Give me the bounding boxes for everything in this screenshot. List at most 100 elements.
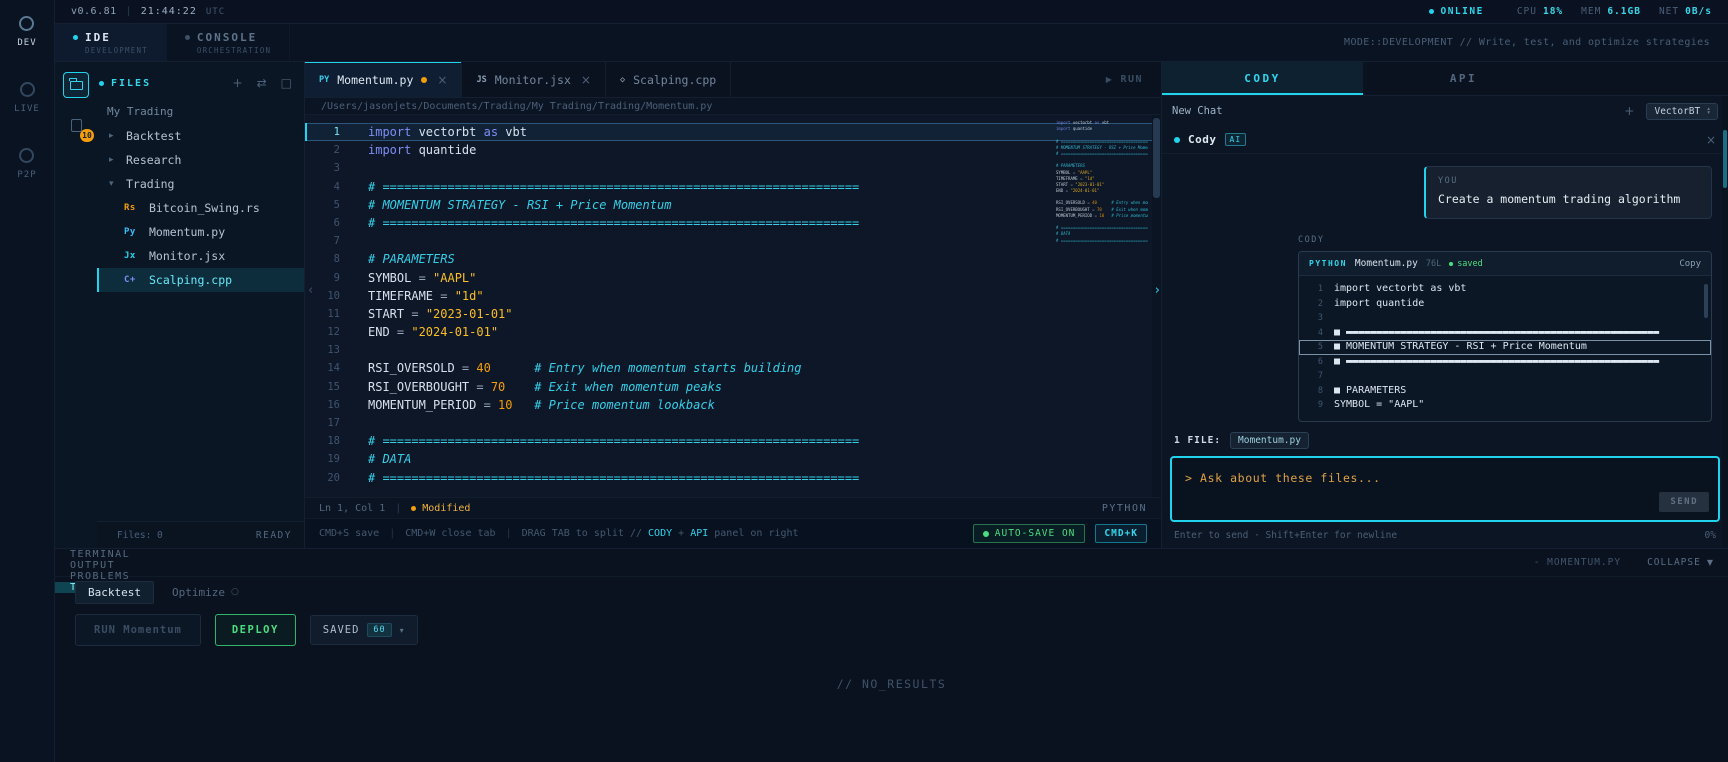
tab-api[interactable]: API (1363, 62, 1564, 95)
code-editor[interactable]: 1 import vectorbt as vbt 2 import quantide 3… (305, 115, 1161, 497)
code-line-14[interactable]: 14 RSI_OVERSOLD = 40 # Entry when momentu… (305, 359, 1152, 377)
folder-icon (69, 77, 83, 90)
file-bitcoin_swing.rs[interactable]: Rs Bitcoin_Swing.rs (97, 196, 304, 220)
scrollbar-thumb[interactable] (1723, 130, 1727, 188)
mode-tab-console[interactable]: CONSOLE ORCHESTRATION (167, 24, 291, 61)
modified-dot (421, 76, 428, 83)
bottom-tabbar: TERMINALOUTPUTPROBLEMSTRADING - MOMENTUM… (55, 549, 1728, 593)
file-chip[interactable]: Momentum.py (1230, 431, 1309, 449)
code-line-10[interactable]: 10 TIMEFRAME = "1d" (305, 287, 1152, 305)
divider: | (125, 6, 132, 17)
chat-placeholder: > Ask about these files... (1185, 471, 1381, 485)
run-momentum-button[interactable]: RUN Momentum (75, 614, 201, 646)
code-text: ■ ▬▬▬▬▬▬▬▬▬▬▬▬▬▬▬▬▬▬▬▬▬▬▬▬▬▬▬▬▬▬▬▬▬▬▬▬▬▬… (1334, 355, 1660, 367)
code-line-5[interactable]: 5 # MOMENTUM STRATEGY - RSI + Price Momen… (305, 196, 1152, 214)
explorer-folder-button[interactable] (63, 72, 89, 98)
editor-tab-momentum.py[interactable]: PY Momentum.py × (305, 62, 463, 97)
hint-api: API (690, 528, 709, 539)
code-line-11[interactable]: 11 START = "2023-01-01" (305, 305, 1152, 323)
code-line-19[interactable]: 19 # DATA (305, 450, 1152, 468)
line-number: 5 (333, 198, 340, 211)
close-chat-icon[interactable]: × (1706, 134, 1716, 146)
changes-button[interactable]: 10 (63, 112, 94, 142)
editor-tab-scalping.cpp[interactable]: ◇ Scalping.cpp (606, 62, 732, 97)
chevron-right-icon[interactable]: › (1155, 283, 1160, 298)
editor-scrollbar[interactable] (1152, 115, 1161, 497)
code-line-16[interactable]: 16 MOMENTUM_PERIOD = 10 # Price momentum … (305, 396, 1152, 414)
add-chat-icon[interactable]: + (1624, 105, 1634, 117)
code-line-7[interactable]: 7 (305, 232, 1152, 250)
panel-scrollbar[interactable] (1722, 96, 1728, 548)
mode-tab-ide[interactable]: IDE DEVELOPMENT (55, 24, 167, 61)
files-header: FILES + ⇄ □ (97, 70, 304, 96)
collapse-button[interactable]: COLLAPSE ▼ (1647, 557, 1714, 568)
code-line-9[interactable]: 9 SYMBOL = "AAPL" (305, 269, 1152, 287)
card-line-4: 4 ■ ▬▬▬▬▬▬▬▬▬▬▬▬▬▬▬▬▬▬▬▬▬▬▬▬▬▬▬▬▬▬▬▬▬▬▬▬▬… (1299, 326, 1711, 341)
deploy-button[interactable]: DEPLOY (214, 614, 296, 646)
code-line-13[interactable]: 13 (305, 341, 1152, 359)
code-line-4[interactable]: 4 # =====================================… (305, 178, 1152, 196)
autosave-chip[interactable]: AUTO-SAVE ON (972, 524, 1086, 543)
scrollbar-thumb[interactable] (1704, 284, 1708, 318)
code-line-2[interactable]: 2 import quantide (305, 141, 1152, 159)
code-line-15[interactable]: 15 RSI_OVERBOUGHT = 70 # Exit when moment… (305, 378, 1152, 396)
code-line-3[interactable]: 3 (305, 159, 1152, 177)
activity-p2p[interactable]: P2P (17, 148, 36, 180)
code-line-18[interactable]: 18 # ====================================… (305, 432, 1152, 450)
language-label: PYTHON (1101, 502, 1147, 514)
file-momentum.py[interactable]: Py Momentum.py (97, 220, 304, 244)
circle-icon (19, 148, 35, 163)
activity-dev[interactable]: DEV (17, 16, 36, 48)
code-line-6[interactable]: 6 # =====================================… (305, 214, 1152, 232)
code-text: # ======================================… (368, 215, 860, 230)
modified-label: Modified (422, 502, 471, 514)
minimap[interactable]: import vectorbt as vbt import quantide # =… (1056, 120, 1148, 244)
circle-icon (19, 82, 35, 97)
code-line-12[interactable]: 12 END = "2024-01-01" (305, 323, 1152, 341)
line-number: 13 (327, 344, 340, 357)
new-chat-button[interactable]: New Chat (1172, 105, 1223, 117)
editor-tab-monitor.jsx[interactable]: JS Monitor.jsx × (462, 62, 606, 97)
new-window-icon[interactable]: □ (281, 77, 292, 89)
workspace-root[interactable]: My Trading (97, 96, 304, 124)
close-icon[interactable]: × (437, 73, 447, 87)
chat-input[interactable]: > Ask about these files... SEND (1170, 456, 1720, 522)
subtab-backtest[interactable]: Backtest (75, 580, 154, 604)
tab-label: Scalping.cpp (633, 72, 717, 87)
close-icon[interactable]: × (581, 73, 591, 87)
folder-trading[interactable]: ▾ Trading (97, 172, 304, 196)
code-line-17[interactable]: 17 (305, 414, 1152, 432)
activity-live[interactable]: LIVE (14, 82, 40, 114)
bottom-tab-terminal[interactable]: TERMINAL (55, 549, 145, 560)
filetype-icon: Py (124, 227, 136, 237)
folder-backtest[interactable]: ▸ Backtest (97, 124, 304, 148)
bottom-tab-output[interactable]: OUTPUT (55, 560, 145, 571)
card-scrollbar[interactable] (1704, 280, 1709, 415)
cmdk-chip[interactable]: CMD+K (1095, 524, 1147, 543)
run-button[interactable]: ▶ RUN (1088, 62, 1161, 97)
code-line-1[interactable]: 1 import vectorbt as vbt (305, 123, 1152, 142)
model-select[interactable]: VectorBT ▴ ▾ (1646, 102, 1718, 120)
new-file-icon[interactable]: + (233, 77, 243, 89)
line-number: 9 (333, 271, 340, 284)
code-line-20[interactable]: 20 # ====================================… (305, 469, 1152, 487)
scrollbar-thumb[interactable] (1153, 118, 1160, 198)
file-monitor.jsx[interactable]: Jx Monitor.jsx (97, 244, 304, 268)
code-text: SYMBOL = "AAPL" (368, 270, 477, 285)
stepper-down-icon[interactable]: ▾ (1707, 111, 1710, 116)
chevron-left-icon[interactable]: ‹ (308, 283, 313, 298)
code-line-8[interactable]: 8 # PARAMETERS (305, 250, 1152, 268)
copy-button[interactable]: Copy (1679, 259, 1701, 269)
clock: 21:44:22 (140, 6, 197, 17)
split-view-icon[interactable]: ⇄ (257, 77, 267, 89)
subtab-optimize[interactable]: Optimize ○ (172, 586, 239, 599)
file-scalping.cpp[interactable]: C+ Scalping.cpp (97, 268, 304, 292)
line-number: 6 (1317, 356, 1323, 367)
tab-cody[interactable]: CODY (1162, 62, 1363, 95)
tab-label: Monitor.jsx (494, 72, 571, 87)
saved-dropdown[interactable]: SAVED 60 ▾ (309, 615, 418, 645)
folder-research[interactable]: ▸ Research (97, 148, 304, 172)
code-text: # MOMENTUM STRATEGY - RSI + Price Moment… (368, 197, 672, 212)
send-button[interactable]: SEND (1659, 492, 1709, 512)
caret-icon: ▸ (109, 155, 114, 165)
